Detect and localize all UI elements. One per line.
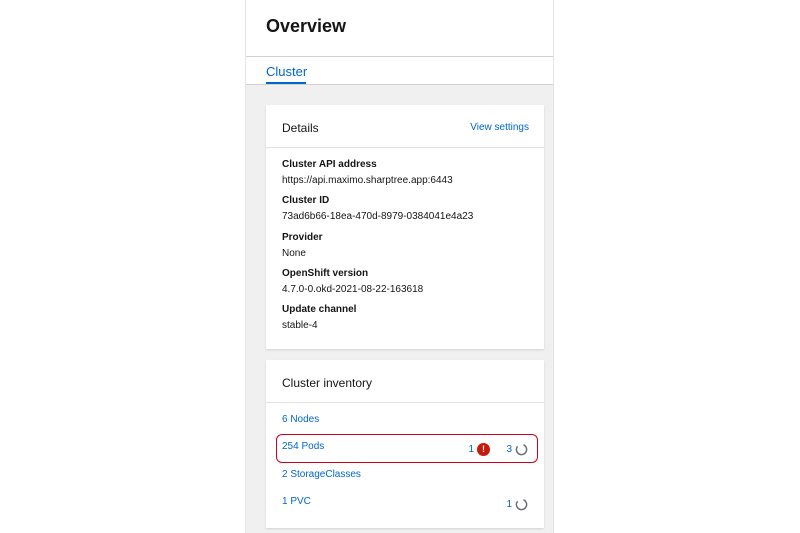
cluster-inventory-card: Cluster inventory 6 Nodes 254 Pods 1 ! 3… [266, 360, 544, 528]
header-divider [246, 56, 553, 57]
details-card: Details View settings Cluster API addres… [266, 105, 544, 349]
cluster-api-address-label: Cluster API address [282, 159, 377, 170]
pods-link[interactable]: 254 Pods [282, 441, 324, 452]
pods-progress-status[interactable]: 3 [506, 441, 528, 457]
tab-cluster[interactable]: Cluster [266, 64, 307, 79]
pvc-progress-count: 1 [506, 498, 512, 510]
inventory-item-storageclasses: 2 StorageClasses [282, 469, 528, 485]
exclamation-circle-icon: ! [477, 442, 490, 456]
app-frame: Overview Cluster Details View settings C… [245, 0, 554, 533]
provider-label: Provider [282, 232, 323, 243]
storageclasses-link[interactable]: 2 StorageClasses [282, 469, 361, 480]
inventory-card-title: Cluster inventory [282, 376, 373, 390]
inventory-item-pvc: 1 PVC 1 [282, 496, 528, 512]
pvc-link[interactable]: 1 PVC [282, 496, 311, 507]
pvc-progress-status[interactable]: 1 [506, 496, 528, 512]
cluster-api-address-value: https://api.maximo.sharptree.app:6443 [282, 175, 453, 186]
update-channel-value: stable-4 [282, 320, 318, 331]
details-card-title: Details [282, 121, 319, 135]
cluster-id-value: 73ad6b66-18ea-470d-8979-0384041e4a23 [282, 211, 474, 222]
in-progress-icon [515, 498, 528, 510]
nodes-link[interactable]: 6 Nodes [282, 414, 319, 425]
cluster-id-label: Cluster ID [282, 195, 330, 206]
view-settings-link[interactable]: View settings [470, 122, 529, 133]
inventory-item-nodes: 6 Nodes [282, 414, 528, 430]
openshift-version-value: 4.7.0-0.okd-2021-08-22-163618 [282, 284, 424, 295]
tabs-divider [246, 84, 553, 85]
page-header: Overview Cluster [246, 0, 553, 85]
in-progress-icon [515, 443, 528, 455]
update-channel-label: Update channel [282, 304, 357, 315]
pods-error-status[interactable]: 1 ! [468, 441, 490, 457]
details-card-header: Details View settings [266, 105, 544, 148]
inventory-item-pods: 254 Pods 1 ! 3 [282, 441, 528, 457]
openshift-version-label: OpenShift version [282, 268, 369, 279]
inventory-card-header: Cluster inventory [266, 360, 544, 403]
pods-error-count: 1 [468, 443, 474, 455]
pods-progress-count: 3 [506, 443, 512, 455]
page-title: Overview [266, 16, 347, 36]
provider-value: None [282, 248, 306, 259]
